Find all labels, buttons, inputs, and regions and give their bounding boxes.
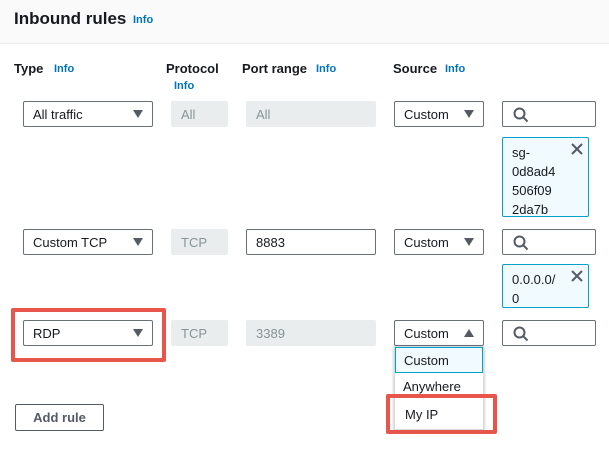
my-ip-option-highlight xyxy=(386,394,497,434)
source-select-value: Custom xyxy=(404,234,449,250)
port-range-field: 3389 xyxy=(246,320,376,346)
type-select-value: RDP xyxy=(33,325,61,341)
section-title: Inbound rules xyxy=(14,9,127,28)
caret-down-icon xyxy=(133,329,143,337)
close-icon[interactable] xyxy=(571,270,583,282)
section-info-link[interactable]: Info xyxy=(133,14,153,26)
search-icon xyxy=(513,326,529,342)
column-type-label: Type xyxy=(14,61,44,76)
type-select-value: All traffic xyxy=(33,106,83,122)
source-token-line: 0d8ad4 xyxy=(512,164,556,179)
section-header: Inbound rules Info xyxy=(0,0,609,44)
caret-down-icon xyxy=(133,238,143,246)
column-source-info-link[interactable]: Info xyxy=(445,63,465,75)
caret-down-icon xyxy=(133,110,143,118)
caret-up-icon xyxy=(464,329,474,337)
source-search-input[interactable] xyxy=(502,320,596,346)
type-select-value: Custom TCP xyxy=(33,234,108,250)
port-range-input[interactable]: 8883 xyxy=(246,229,376,255)
source-search-input[interactable] xyxy=(502,101,596,127)
column-type-info-link[interactable]: Info xyxy=(54,63,74,75)
source-select-value: Custom xyxy=(404,325,449,341)
source-select[interactable]: Custom xyxy=(394,101,484,127)
source-search-input[interactable] xyxy=(502,229,596,255)
caret-down-icon xyxy=(464,238,474,246)
source-token-line: 506f09 xyxy=(512,183,552,198)
search-icon xyxy=(513,107,529,123)
source-token: sg- 0d8ad4 506f09 2da7b xyxy=(502,137,589,217)
column-port-range-label: Port range xyxy=(242,61,308,76)
type-select[interactable]: All traffic xyxy=(23,101,153,127)
protocol-field: All xyxy=(171,101,228,127)
add-rule-button[interactable]: Add rule xyxy=(15,404,104,431)
dropdown-option-custom[interactable]: Custom xyxy=(395,347,483,373)
column-protocol-label: Protocol xyxy=(166,61,219,76)
protocol-field: TCP xyxy=(171,320,228,346)
port-range-field: All xyxy=(246,101,376,127)
protocol-field: TCP xyxy=(171,229,228,255)
column-port-range-info-link[interactable]: Info xyxy=(316,63,336,75)
caret-down-icon xyxy=(464,110,474,118)
source-select[interactable]: Custom xyxy=(394,320,484,346)
column-protocol-info-link[interactable]: Info xyxy=(174,80,194,92)
source-select[interactable]: Custom xyxy=(394,229,484,255)
source-token: 0.0.0.0/ 0 xyxy=(502,264,589,308)
column-source-label: Source xyxy=(393,61,438,76)
source-token-line: 0 xyxy=(512,291,520,306)
close-icon[interactable] xyxy=(571,143,583,155)
search-icon xyxy=(513,235,529,251)
source-select-value: Custom xyxy=(404,106,449,122)
type-select[interactable]: RDP xyxy=(23,320,153,346)
type-select[interactable]: Custom TCP xyxy=(23,229,153,255)
source-token-line: 2da7b xyxy=(512,202,549,217)
